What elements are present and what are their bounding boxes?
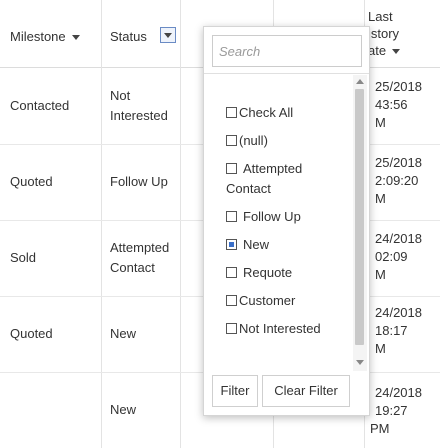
date-text: 2:09:20	[375, 173, 419, 188]
date-text: 19:27	[375, 403, 408, 418]
column-divider	[180, 0, 181, 448]
date-text: 02:09	[375, 249, 408, 264]
filter-option-label: Not Interested	[239, 321, 321, 336]
checkbox-checked-icon[interactable]	[226, 239, 237, 250]
filter-option-label: (null)	[239, 133, 268, 148]
milestone-cell[interactable]: Contacted	[10, 96, 69, 116]
filter-option-null[interactable]: (null)	[226, 131, 356, 151]
filter-option-new[interactable]: New	[226, 235, 356, 255]
checkbox-icon[interactable]	[226, 295, 237, 306]
filter-option-follow-up[interactable]: Follow Up	[226, 207, 356, 227]
date-text: M	[375, 115, 386, 130]
status-cell[interactable]: New	[110, 400, 136, 420]
date-text: 24/2018	[375, 385, 422, 400]
status-cell[interactable]: New	[110, 324, 136, 344]
filter-option-customer[interactable]: Customer	[226, 291, 356, 311]
filter-option-label: Requote	[243, 265, 293, 280]
milestone-cell[interactable]: Quoted	[10, 172, 53, 192]
sort-down-icon[interactable]	[71, 35, 80, 41]
column-header-label: Milestone	[10, 29, 66, 44]
filter-option-check-all[interactable]: Check All	[226, 103, 356, 123]
filter-option-not-interested[interactable]: Not Interested	[226, 319, 356, 339]
column-header-label: Last	[368, 9, 393, 24]
status-text: New	[110, 326, 137, 341]
date-cell[interactable]: 25/2018 2:09:20 M	[375, 154, 422, 208]
checkbox-icon[interactable]	[226, 323, 237, 334]
filter-option-label: Check All	[239, 105, 294, 120]
scroll-up-icon[interactable]	[356, 79, 364, 84]
filter-option-attempted-contact[interactable]: Attempted Contact	[226, 159, 336, 199]
date-text: M	[375, 341, 386, 356]
date-cell[interactable]: 25/2018 43:56 M	[375, 78, 422, 132]
date-text: 18:17	[375, 323, 408, 338]
column-header-milestone[interactable]: Milestone	[10, 28, 80, 45]
options-scrollbar[interactable]	[353, 75, 367, 371]
filter-option-label: Follow Up	[243, 209, 301, 224]
status-text: Follow Up	[110, 174, 168, 189]
status-text: New	[110, 402, 137, 417]
column-header-status[interactable]: Status	[110, 28, 147, 45]
sort-down-icon[interactable]	[392, 49, 401, 55]
filter-dropdown-icon	[164, 33, 172, 38]
column-header-label: Status	[110, 29, 147, 44]
milestone-cell[interactable]: Quoted	[10, 324, 53, 344]
status-text: Interested	[110, 108, 168, 123]
date-text: 43:56	[375, 97, 408, 112]
checkbox-icon[interactable]	[226, 163, 237, 174]
date-text: 24/2018	[375, 231, 422, 246]
column-divider	[101, 0, 102, 448]
scrollbar-thumb[interactable]	[355, 89, 364, 345]
checkbox-icon[interactable]	[226, 267, 237, 278]
checkbox-icon[interactable]	[226, 135, 237, 146]
clear-filter-button[interactable]: Clear Filter	[262, 375, 350, 407]
scroll-down-icon[interactable]	[356, 360, 364, 365]
date-text: 24/2018	[375, 305, 422, 320]
status-cell[interactable]: Not Interested	[110, 86, 168, 126]
filter-option-label: Attempted Contact	[226, 161, 303, 196]
date-text: 25/2018	[375, 79, 422, 94]
date-text: M	[375, 267, 386, 282]
milestone-cell[interactable]: Sold	[10, 248, 36, 268]
status-filter-popup: Check All (null) Attempted Contact Follo…	[203, 26, 370, 416]
date-text: 25/2018	[375, 155, 422, 170]
date-cell[interactable]: 24/2018 19:27 PM	[370, 384, 422, 438]
date-text: PM	[370, 421, 390, 436]
column-header-last-history-date[interactable]: Last istory ate	[368, 8, 401, 59]
filter-options-list: Check All (null) Attempted Contact Follo…	[204, 75, 354, 371]
filter-option-label: Customer	[239, 293, 296, 308]
column-header-label: istory	[368, 26, 400, 41]
status-cell[interactable]: Follow Up	[110, 172, 168, 192]
column-header-label: ate	[368, 43, 387, 58]
filter-option-label: New	[243, 237, 270, 252]
status-text: Not	[110, 88, 131, 103]
status-text: Contact	[110, 260, 155, 275]
filter-button[interactable]: Filter	[212, 375, 258, 407]
date-cell[interactable]: 24/2018 18:17 M	[375, 304, 422, 358]
date-cell[interactable]: 24/2018 02:09 M	[375, 230, 422, 284]
checkbox-icon[interactable]	[226, 107, 237, 118]
status-cell[interactable]: Attempted Contact	[110, 238, 169, 278]
filter-search-input[interactable]	[212, 35, 362, 67]
date-text: M	[375, 191, 386, 206]
checkbox-icon[interactable]	[226, 211, 237, 222]
status-filter-button[interactable]	[160, 27, 176, 43]
filter-option-requote[interactable]: Requote	[226, 263, 356, 283]
status-text: Attempted	[110, 240, 170, 255]
popup-divider	[204, 73, 369, 74]
